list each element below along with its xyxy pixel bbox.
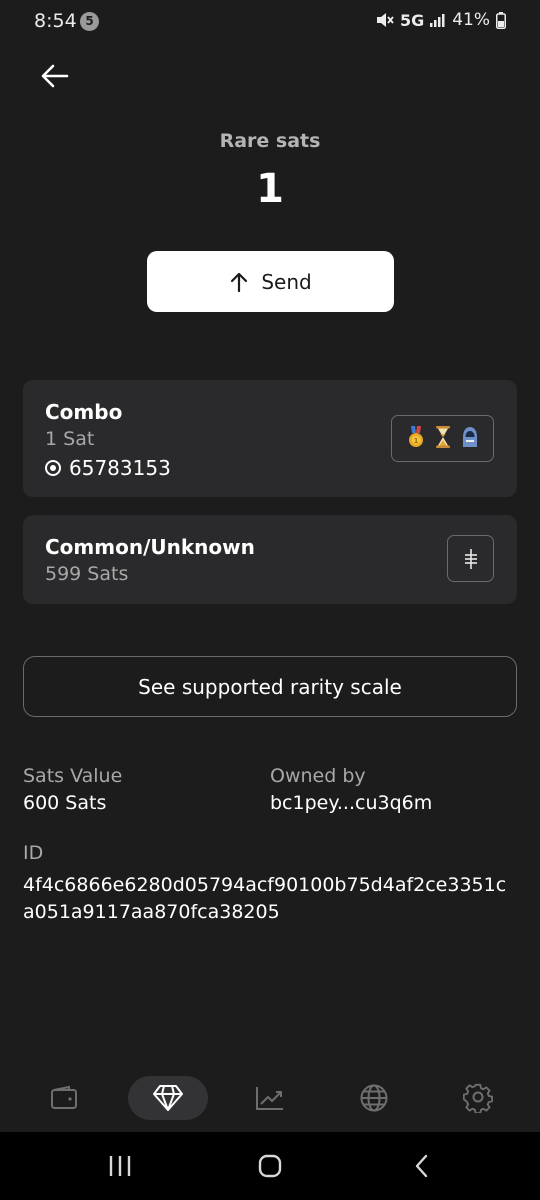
combo-sats-card[interactable]: Combo 1 Sat 65783153 1 xyxy=(23,380,517,497)
network-type: 5G xyxy=(399,10,425,30)
wallet-icon xyxy=(51,1085,77,1109)
sats-value-label: Sats Value xyxy=(23,765,123,787)
owned-by-label: Owned by xyxy=(270,765,366,787)
card-title: Combo xyxy=(45,400,123,424)
common-rarity-badge[interactable] xyxy=(447,535,494,582)
battery-level: 41% xyxy=(452,10,490,30)
svg-text:1: 1 xyxy=(413,437,418,445)
block-icon xyxy=(45,460,61,476)
common-sats-card[interactable]: Common/Unknown 599 Sats xyxy=(23,515,517,604)
send-button-label: Send xyxy=(261,269,312,294)
id-label: ID xyxy=(23,842,44,864)
card-title: Common/Unknown xyxy=(45,535,255,559)
rarity-scale-button[interactable]: See supported rarity scale xyxy=(23,656,517,717)
hooded-figure-icon xyxy=(461,426,479,452)
owner-address[interactable]: bc1pey...cu3q6m xyxy=(270,792,432,814)
status-bar: 8:54 5 5G 41% xyxy=(0,0,540,44)
nav-markets[interactable] xyxy=(230,1076,310,1120)
home-icon xyxy=(258,1154,282,1178)
nav-settings[interactable] xyxy=(438,1076,518,1120)
gold-medal-icon: 1 xyxy=(407,425,425,452)
nav-wallet[interactable] xyxy=(24,1076,104,1120)
nav-explore[interactable] xyxy=(334,1076,414,1120)
block-number-value: 65783153 xyxy=(69,456,171,480)
status-time: 8:54 xyxy=(34,10,77,32)
mute-icon xyxy=(376,12,394,28)
globe-icon xyxy=(360,1084,388,1112)
recent-apps-icon xyxy=(109,1156,131,1176)
rarity-badges[interactable]: 1 xyxy=(391,415,494,462)
chevron-left-icon xyxy=(415,1154,428,1178)
home-button[interactable] xyxy=(250,1152,290,1180)
nav-rare-sats[interactable] xyxy=(128,1076,208,1120)
signal-icon xyxy=(430,13,446,27)
system-nav-bar xyxy=(0,1132,540,1200)
page-label: Rare sats xyxy=(219,130,321,152)
hourglass-icon xyxy=(435,425,451,452)
settings-icon xyxy=(463,1083,493,1113)
card-sat-count: 599 Sats xyxy=(45,563,129,585)
status-indicators: 5G 41% xyxy=(376,10,506,30)
back-button[interactable] xyxy=(34,58,74,94)
diamond-icon xyxy=(153,1085,183,1111)
common-sat-icon xyxy=(464,548,477,569)
block-number: 65783153 xyxy=(45,456,171,480)
notification-badge: 5 xyxy=(80,12,99,31)
recent-apps-button[interactable] xyxy=(100,1152,140,1180)
system-back-button[interactable] xyxy=(402,1152,442,1180)
card-sat-count: 1 Sat xyxy=(45,428,95,450)
rare-sats-count: 1 xyxy=(256,166,284,212)
arrow-left-icon xyxy=(41,64,69,88)
bottom-nav xyxy=(0,1068,540,1132)
battery-icon xyxy=(496,11,506,29)
send-button[interactable]: Send xyxy=(147,251,394,312)
chart-icon xyxy=(256,1087,283,1110)
arrow-up-icon xyxy=(231,272,248,292)
inscription-id[interactable]: 4f4c6866e6280d05794acf90100b75d4af2ce335… xyxy=(23,872,517,926)
sats-value: 600 Sats xyxy=(23,792,107,814)
